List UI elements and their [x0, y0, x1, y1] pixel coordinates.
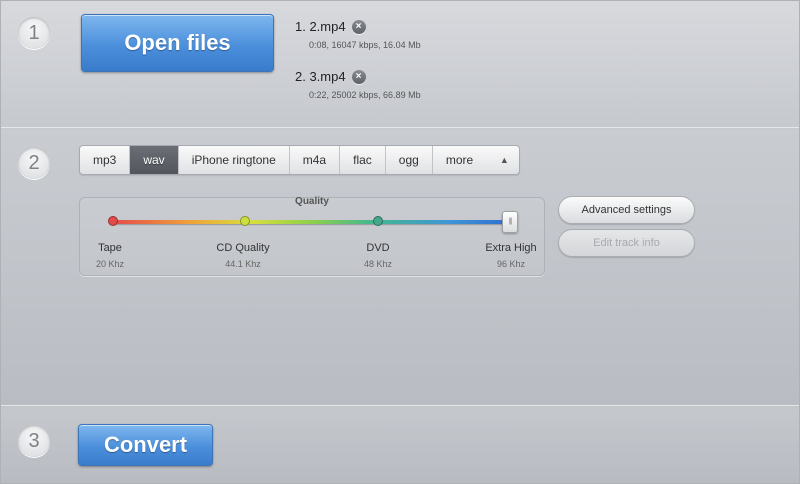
quality-level: Tape 20 Khz	[95, 242, 125, 269]
step-number-3: 3	[18, 425, 50, 457]
quality-level: CD Quality 44.1 Khz	[216, 242, 270, 269]
convert-button[interactable]: Convert	[78, 424, 213, 466]
quality-panel: Quality ||| Tape 20 Khz CD Quality 44.1 …	[79, 196, 545, 276]
tab-wav[interactable]: wav	[130, 146, 179, 174]
tab-flac[interactable]: flac	[340, 146, 386, 174]
tab-more-label: more	[445, 153, 474, 167]
step-number-2: 2	[18, 147, 50, 179]
tab-iphone-ringtone[interactable]: iPhone ringtone	[179, 146, 290, 174]
quality-title: Quality	[295, 196, 329, 207]
tab-ogg[interactable]: ogg	[386, 146, 433, 174]
file-name: 2. 3.mp4	[295, 69, 346, 84]
close-circle-icon[interactable]: ×	[351, 69, 366, 84]
file-meta: 0:22, 25002 kbps, 66.89 Mb	[309, 90, 421, 100]
audio-converter-window: 1 Open files 1. 2.mp4 × 0:08, 16047 kbps…	[0, 0, 800, 484]
step-format-section: 2 mp3 wav iPhone ringtone m4a flac ogg m…	[1, 129, 799, 406]
file-name: 1. 2.mp4	[295, 19, 346, 34]
file-item: 1. 2.mp4 × 0:08, 16047 kbps, 16.04 Mb	[295, 19, 421, 50]
close-circle-icon[interactable]: ×	[351, 19, 366, 34]
quality-slider-track[interactable]: |||	[108, 211, 518, 233]
updown-arrows-icon: ▲▼	[499, 155, 509, 165]
tab-mp3[interactable]: mp3	[80, 146, 131, 174]
quality-level: Extra High 96 Khz	[485, 242, 537, 269]
quality-stop-cd[interactable]	[240, 216, 250, 226]
step-number-1: 1	[18, 17, 50, 49]
tab-more-dropdown[interactable]: more ▲▼	[433, 146, 519, 174]
edit-track-info-button[interactable]: Edit track info	[558, 229, 695, 257]
step-convert-section: 3 Convert	[1, 407, 799, 483]
tab-m4a[interactable]: m4a	[290, 146, 341, 174]
step-open-files-section: 1 Open files 1. 2.mp4 × 0:08, 16047 kbps…	[1, 1, 799, 128]
file-item: 2. 3.mp4 × 0:22, 25002 kbps, 66.89 Mb	[295, 69, 421, 100]
quality-stop-tape[interactable]	[108, 216, 118, 226]
quality-stop-dvd[interactable]	[373, 216, 383, 226]
format-tabs: mp3 wav iPhone ringtone m4a flac ogg mor…	[79, 145, 520, 175]
file-meta: 0:08, 16047 kbps, 16.04 Mb	[309, 40, 421, 50]
quality-slider-handle[interactable]: |||	[502, 211, 518, 233]
quality-level: DVD 48 Khz	[363, 242, 393, 269]
open-files-button[interactable]: Open files	[81, 14, 274, 72]
advanced-settings-button[interactable]: Advanced settings	[558, 196, 695, 224]
